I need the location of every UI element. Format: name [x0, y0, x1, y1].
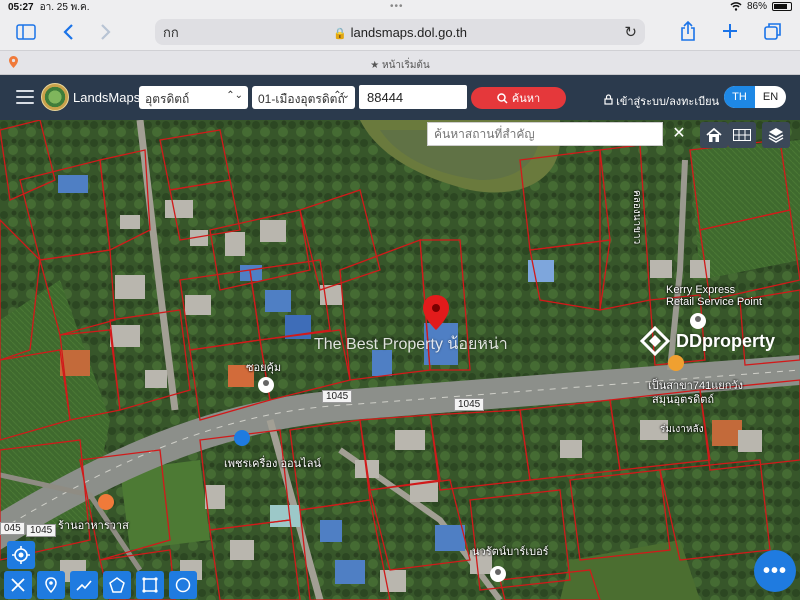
- lock-icon: 🔒: [332, 27, 347, 40]
- line-tool-button[interactable]: [70, 571, 98, 599]
- landsmaps-logo: [41, 83, 69, 111]
- circle-tool-button[interactable]: [169, 571, 197, 599]
- lang-en-button[interactable]: EN: [755, 86, 786, 108]
- polygon-tool-button[interactable]: [103, 571, 131, 599]
- road-label: 1045: [26, 524, 57, 537]
- lang-th-button[interactable]: TH: [724, 86, 755, 108]
- poi-shop-label: เพชรเครื่อง ออนไลน์: [224, 458, 321, 470]
- select-chevron-icon: ⌃⌄: [226, 90, 243, 101]
- gps-icon: [12, 546, 30, 564]
- forward-icon[interactable]: [100, 23, 112, 41]
- app-header: LandsMaps อุตรดิตถ์ ⌃⌄ 01-เมืองอุตรดิตถ์…: [0, 75, 800, 120]
- bookmark-start-page[interactable]: ★ หน้าเริ่มต้น: [0, 58, 800, 73]
- canal-label: คลองนาขาว: [631, 190, 642, 245]
- home-icon: [706, 127, 722, 142]
- reload-icon[interactable]: ↻: [624, 23, 637, 41]
- more-options-button[interactable]: •••: [754, 550, 796, 592]
- poi-kerry-label: Kerry Express Retail Service Point: [666, 284, 762, 308]
- menu-icon[interactable]: [16, 90, 34, 104]
- sidebar-icon[interactable]: [16, 24, 36, 40]
- share-icon[interactable]: [680, 21, 696, 41]
- satellite-map[interactable]: 1045 1045 1045 045 Kerry Express Retail …: [0, 120, 800, 600]
- polyline-icon: [76, 580, 92, 591]
- layers-icon: [768, 128, 784, 143]
- brand-name: LandsMaps: [73, 90, 141, 105]
- tabs-icon[interactable]: [764, 22, 782, 40]
- reader-options-button[interactable]: กก: [163, 22, 179, 43]
- back-icon[interactable]: [62, 23, 74, 41]
- rectangle-tool-button[interactable]: [136, 571, 164, 599]
- bookmark-bar: ★ หน้าเริ่มต้น: [0, 50, 800, 75]
- poi-barber-label: นวรัตน์บาร์เบอร์: [472, 546, 549, 558]
- measure-tool-button[interactable]: [4, 571, 32, 599]
- road-label: 1045: [322, 390, 353, 403]
- poi-restaurant-label: ร้านอาหารวาส: [58, 520, 129, 532]
- battery-percent: 86%: [746, 1, 767, 12]
- parcel-number-input[interactable]: [359, 85, 467, 109]
- multitask-dots[interactable]: •••: [390, 1, 404, 12]
- ruler-icon: [11, 578, 25, 592]
- ddproperty-logo-icon: [640, 326, 670, 356]
- ddproperty-watermark: DDproperty: [640, 326, 775, 356]
- district-select[interactable]: 01-เมืองอุตรดิตถ์ ⌃⌄: [252, 86, 355, 109]
- rectangle-icon: [142, 577, 158, 593]
- poi-misc-label: ร่มเงาหลัง: [660, 424, 704, 435]
- road-label: 1045: [454, 398, 485, 411]
- language-toggle[interactable]: TH EN: [724, 86, 786, 108]
- select-chevron-icon: ⌃⌄: [333, 90, 350, 101]
- grid-button[interactable]: [728, 122, 756, 148]
- battery-icon: [772, 2, 792, 11]
- address-bar[interactable]: กก 🔒 landsmaps.dol.go.th ↻: [155, 19, 645, 45]
- pin-tool-button[interactable]: [37, 571, 65, 599]
- search-icon: [497, 92, 508, 104]
- search-button[interactable]: ค้นหา: [471, 87, 566, 109]
- wifi-icon: [730, 2, 742, 11]
- lock-icon: [604, 94, 613, 105]
- status-date: อา. 25 พ.ค.: [39, 1, 90, 13]
- place-search-input[interactable]: [427, 122, 663, 146]
- home-view-button[interactable]: [700, 122, 728, 148]
- poi-station-label-2: สมุนอุตรดิตถ์: [652, 394, 715, 406]
- ios-status-bar: 05:27 อา. 25 พ.ค. ••• 86%: [0, 0, 800, 14]
- polygon-icon: [109, 577, 125, 593]
- my-location-button[interactable]: [7, 541, 35, 569]
- login-link[interactable]: เข้าสู่ระบบ/ลงทะเบียน: [604, 92, 719, 110]
- watermark-text: The Best Property น้อยหน่า: [314, 336, 508, 353]
- new-tab-icon[interactable]: [722, 23, 738, 39]
- url-text: landsmaps.dol.go.th: [350, 24, 468, 40]
- browser-toolbar: กก 🔒 landsmaps.dol.go.th ↻: [0, 14, 800, 50]
- grid-icon: [733, 129, 751, 141]
- road-label: 045: [0, 522, 25, 535]
- star-icon: ★: [370, 60, 380, 71]
- layers-button[interactable]: [762, 122, 790, 148]
- clear-search-icon[interactable]: ✕: [668, 122, 690, 146]
- marker-icon: [45, 577, 57, 593]
- poi-soi-label: ซอยคุ้ม: [246, 362, 282, 374]
- drawing-toolbar: [4, 571, 197, 600]
- status-time: 05:27: [8, 1, 34, 13]
- province-select[interactable]: อุตรดิตถ์ ⌃⌄: [139, 86, 248, 109]
- circle-icon: [175, 577, 191, 593]
